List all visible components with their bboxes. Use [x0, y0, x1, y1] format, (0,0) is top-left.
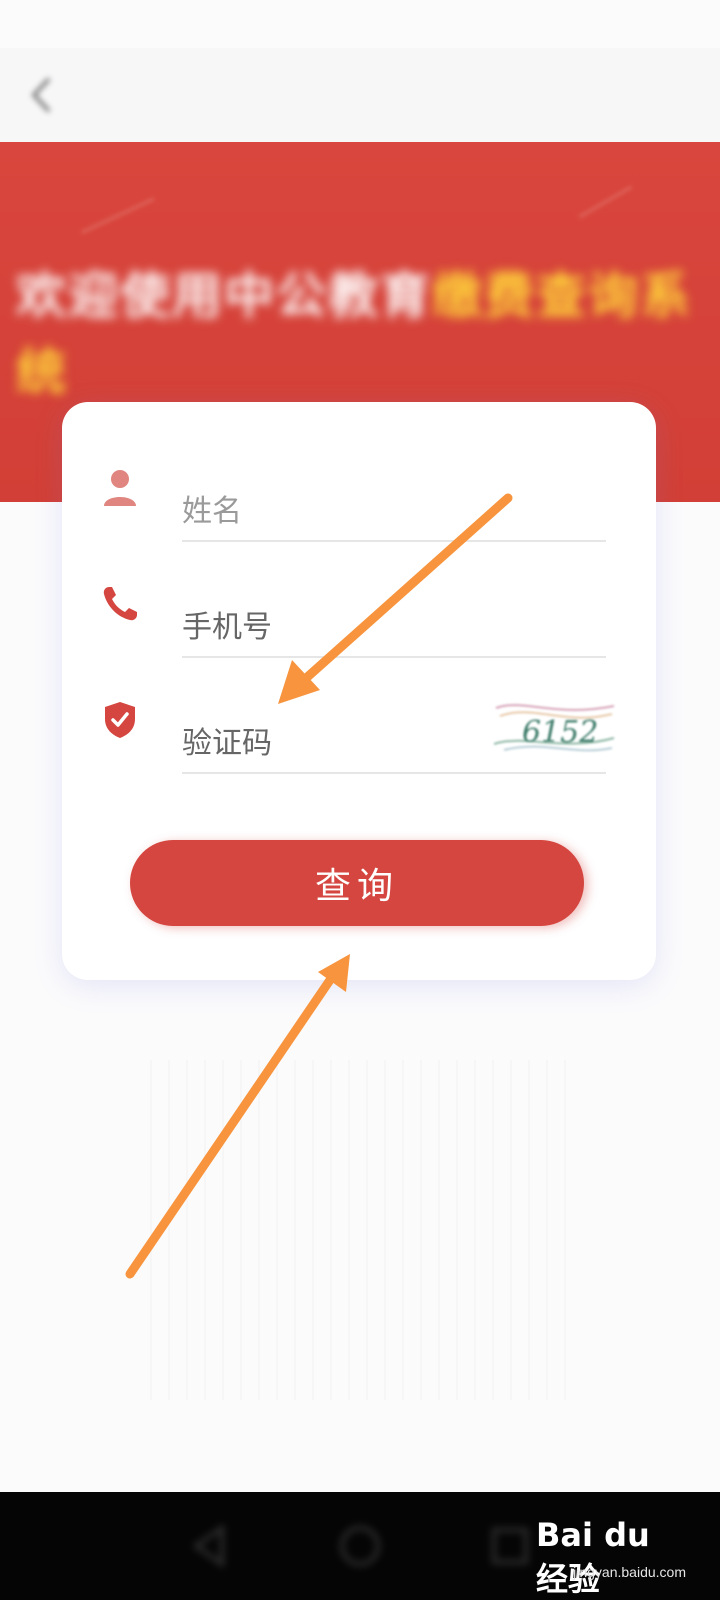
- banner-headline-white: 欢迎使用中公教育: [16, 267, 432, 325]
- chevron-left-icon: [31, 78, 50, 112]
- watermark-url: jingyan.baidu.com: [573, 1564, 686, 1580]
- nav-back-button[interactable]: [182, 1518, 238, 1574]
- banner-headline: 欢迎使用中公教育缴费查询系统: [16, 258, 716, 410]
- square-recents-icon: [492, 1528, 528, 1564]
- phone-row[interactable]: 手机号: [62, 542, 656, 658]
- circle-home-icon: [340, 1526, 380, 1566]
- user-icon: [100, 468, 140, 508]
- captcha-input[interactable]: 验证码: [182, 718, 272, 762]
- phone-icon: [100, 584, 140, 624]
- background-stripes: [150, 1060, 570, 1400]
- nav-home-button[interactable]: [332, 1518, 388, 1574]
- captcha-image[interactable]: 6152: [493, 696, 616, 758]
- status-bar: [0, 0, 720, 48]
- divider: [182, 772, 606, 774]
- back-button[interactable]: [18, 70, 68, 120]
- watermark-logo: Bai du 经验: [536, 1516, 650, 1598]
- name-row[interactable]: 姓名: [62, 426, 656, 542]
- phone-input[interactable]: 手机号: [182, 602, 272, 646]
- app-header: [0, 48, 720, 142]
- code-row[interactable]: 验证码 6152: [62, 658, 656, 774]
- nav-recents-button[interactable]: [482, 1518, 538, 1574]
- banner-decoration: [579, 186, 661, 268]
- triangle-back-icon: [192, 1524, 224, 1568]
- name-input[interactable]: 姓名: [182, 486, 242, 530]
- baidu-jingyan-watermark: Bai du 经验 jingyan.baidu.com: [536, 1516, 686, 1598]
- captcha-text: 6152: [522, 715, 598, 750]
- query-button[interactable]: 查询: [130, 840, 584, 926]
- shield-check-icon: [100, 700, 140, 740]
- query-form-card: 姓名 手机号 验证码 6152 查询: [62, 402, 656, 980]
